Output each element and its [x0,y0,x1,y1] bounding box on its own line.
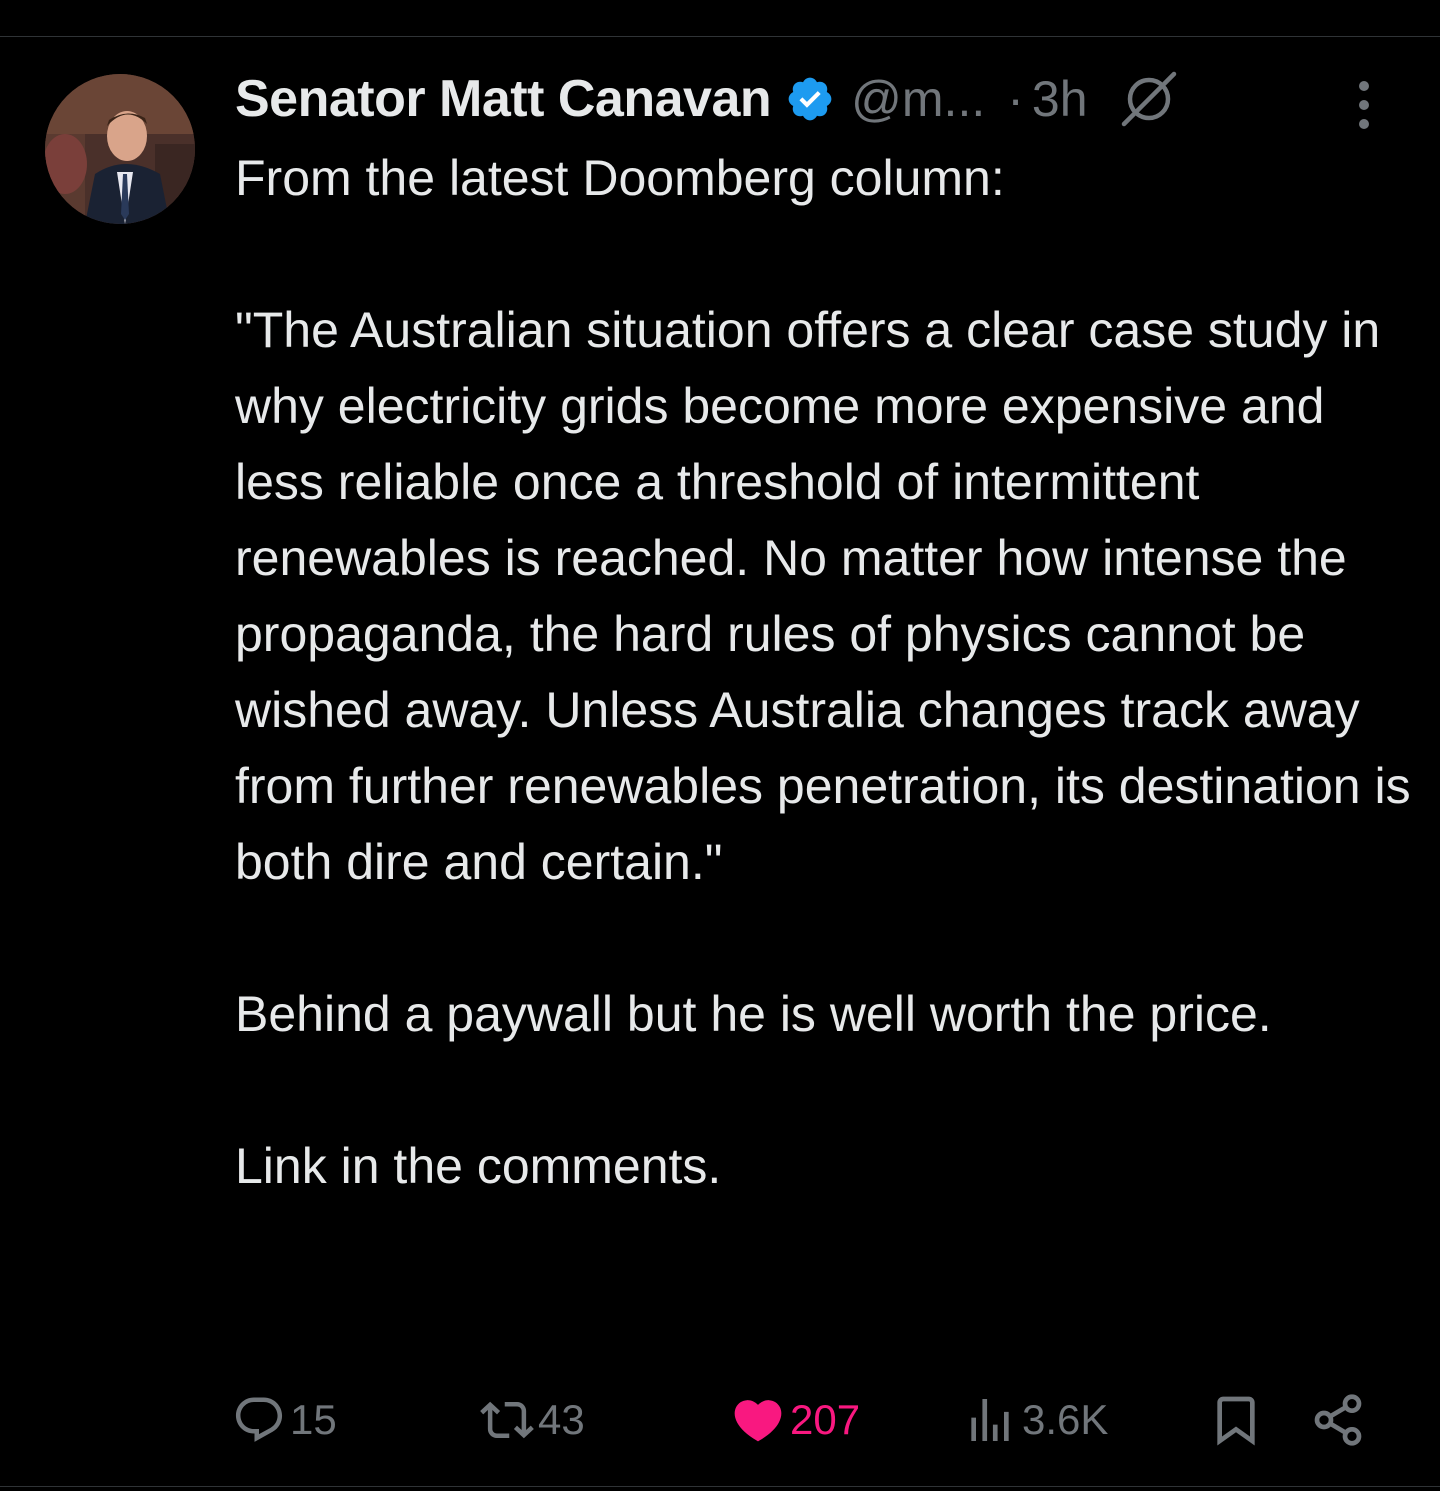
views-button[interactable]: 3.6K [962,1390,1108,1450]
action-bar: 15 43 207 3.6K [0,1390,1440,1450]
repost-button[interactable]: 43 [480,1390,585,1450]
author-name[interactable]: Senator Matt Canavan [235,69,772,129]
post-header: Senator Matt Canavan @m... · 3h [235,66,1180,132]
grok-icon[interactable] [1118,68,1180,130]
author-handle[interactable]: @m... [851,70,985,128]
post-timestamp[interactable]: 3h [1032,70,1088,128]
post-text-paywall: Behind a paywall but he is well worth th… [235,986,1272,1042]
avatar-photo [45,74,195,224]
views-count: 3.6K [1022,1396,1109,1443]
avatar[interactable] [45,74,195,224]
post-text-intro: From the latest Doomberg column: [235,150,1005,206]
like-count: 207 [790,1396,861,1443]
views-icon [971,1399,1009,1441]
post-text-link-note: Link in the comments. [235,1138,722,1194]
share-icon [1314,1394,1362,1446]
repost-icon [480,1401,534,1439]
top-divider [0,36,1440,37]
heart-icon [734,1400,782,1442]
reply-icon [235,1397,283,1442]
post-body: From the latest Doomberg column: "The Au… [235,140,1415,1204]
share-button[interactable] [1310,1390,1366,1450]
bookmark-button[interactable] [1208,1390,1264,1450]
post-text-quote: "The Australian situation offers a clear… [235,302,1411,890]
bookmark-icon [1217,1396,1255,1446]
repost-count: 43 [538,1396,585,1443]
reply-count: 15 [290,1396,337,1443]
bottom-divider [0,1486,1440,1487]
more-vertical-icon[interactable] [1350,80,1378,130]
verified-badge-icon[interactable] [785,74,835,124]
separator-dot: · [1007,71,1024,127]
like-button[interactable]: 207 [730,1390,860,1450]
reply-button[interactable]: 15 [232,1390,337,1450]
